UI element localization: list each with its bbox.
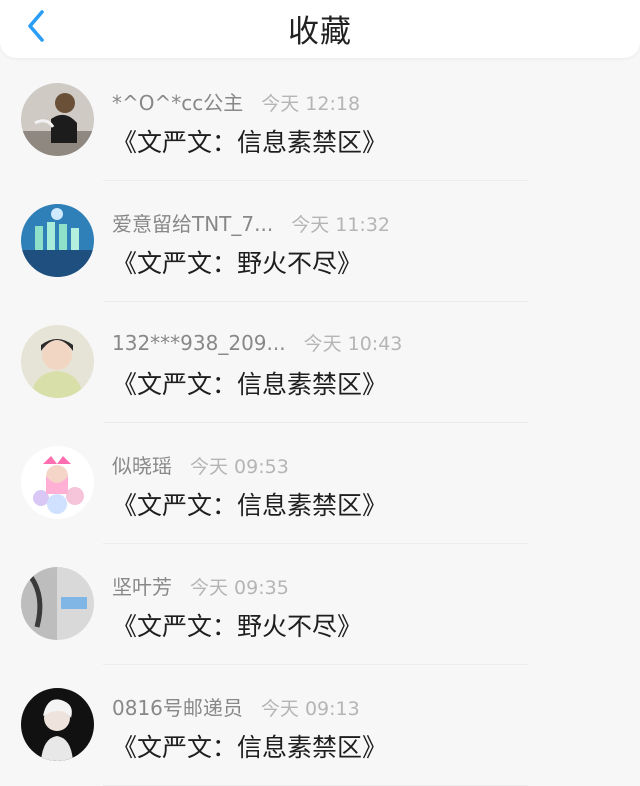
- page-title: 收藏: [288, 14, 352, 50]
- username[interactable]: 0816号邮递员: [112, 692, 243, 721]
- timestamp: 今天 09:13: [260, 698, 360, 720]
- item-meta: *^O^*cc公主 今天 12:18: [112, 87, 361, 116]
- list-item[interactable]: 132***938_209... 今天 10:43 《文严文：信息素禁区》: [0, 302, 640, 423]
- list-item[interactable]: *^O^*cc公主 今天 12:18 《文严文：信息素禁区》: [0, 60, 640, 181]
- favorite-title[interactable]: 《文严文：信息素禁区》: [112, 123, 387, 159]
- timestamp: 今天 09:35: [190, 577, 289, 599]
- favorite-title[interactable]: 《文严文：野火不尽》: [112, 607, 362, 643]
- avatar[interactable]: [21, 83, 94, 156]
- item-meta: 爱意留给TNT_7... 今天 11:32: [112, 208, 390, 237]
- top-bar: 收藏: [0, 0, 640, 58]
- avatar[interactable]: [21, 567, 94, 640]
- timestamp: 今天 09:53: [190, 456, 289, 478]
- avatar[interactable]: [21, 688, 94, 761]
- timestamp: 今天 10:43: [303, 333, 403, 355]
- timestamp: 今天 11:32: [291, 214, 390, 236]
- favorite-title[interactable]: 《文严文：信息素禁区》: [112, 365, 387, 401]
- item-meta: 132***938_209... 今天 10:43: [112, 329, 402, 355]
- favorite-title[interactable]: 《文严文：信息素禁区》: [112, 728, 387, 764]
- avatar[interactable]: [21, 325, 94, 398]
- list-item[interactable]: 似晓瑶 今天 09:53 《文严文：信息素禁区》: [0, 423, 640, 544]
- list-item[interactable]: 爱意留给TNT_7... 今天 11:32 《文严文：野火不尽》: [0, 181, 640, 302]
- username[interactable]: 132***938_209...: [112, 331, 286, 355]
- username[interactable]: 似晓瑶: [112, 450, 172, 479]
- favorite-title[interactable]: 《文严文：信息素禁区》: [112, 486, 387, 522]
- avatar[interactable]: [21, 204, 94, 277]
- list-item[interactable]: 坚叶芳 今天 09:35 《文严文：野火不尽》: [0, 544, 640, 665]
- username[interactable]: 坚叶芳: [112, 571, 172, 600]
- item-meta: 似晓瑶 今天 09:53: [112, 450, 289, 479]
- username[interactable]: 爱意留给TNT_7...: [112, 208, 273, 237]
- list-item[interactable]: 0816号邮递员 今天 09:13 《文严文：信息素禁区》: [0, 665, 640, 786]
- timestamp: 今天 12:18: [261, 93, 361, 115]
- favorites-list: *^O^*cc公主 今天 12:18 《文严文：信息素禁区》 爱意留给TNT_7…: [0, 60, 640, 786]
- item-meta: 0816号邮递员 今天 09:13: [112, 692, 360, 721]
- item-meta: 坚叶芳 今天 09:35: [112, 571, 289, 600]
- favorite-title[interactable]: 《文严文：野火不尽》: [112, 244, 362, 280]
- username[interactable]: *^O^*cc公主: [112, 87, 243, 116]
- avatar[interactable]: [21, 446, 94, 519]
